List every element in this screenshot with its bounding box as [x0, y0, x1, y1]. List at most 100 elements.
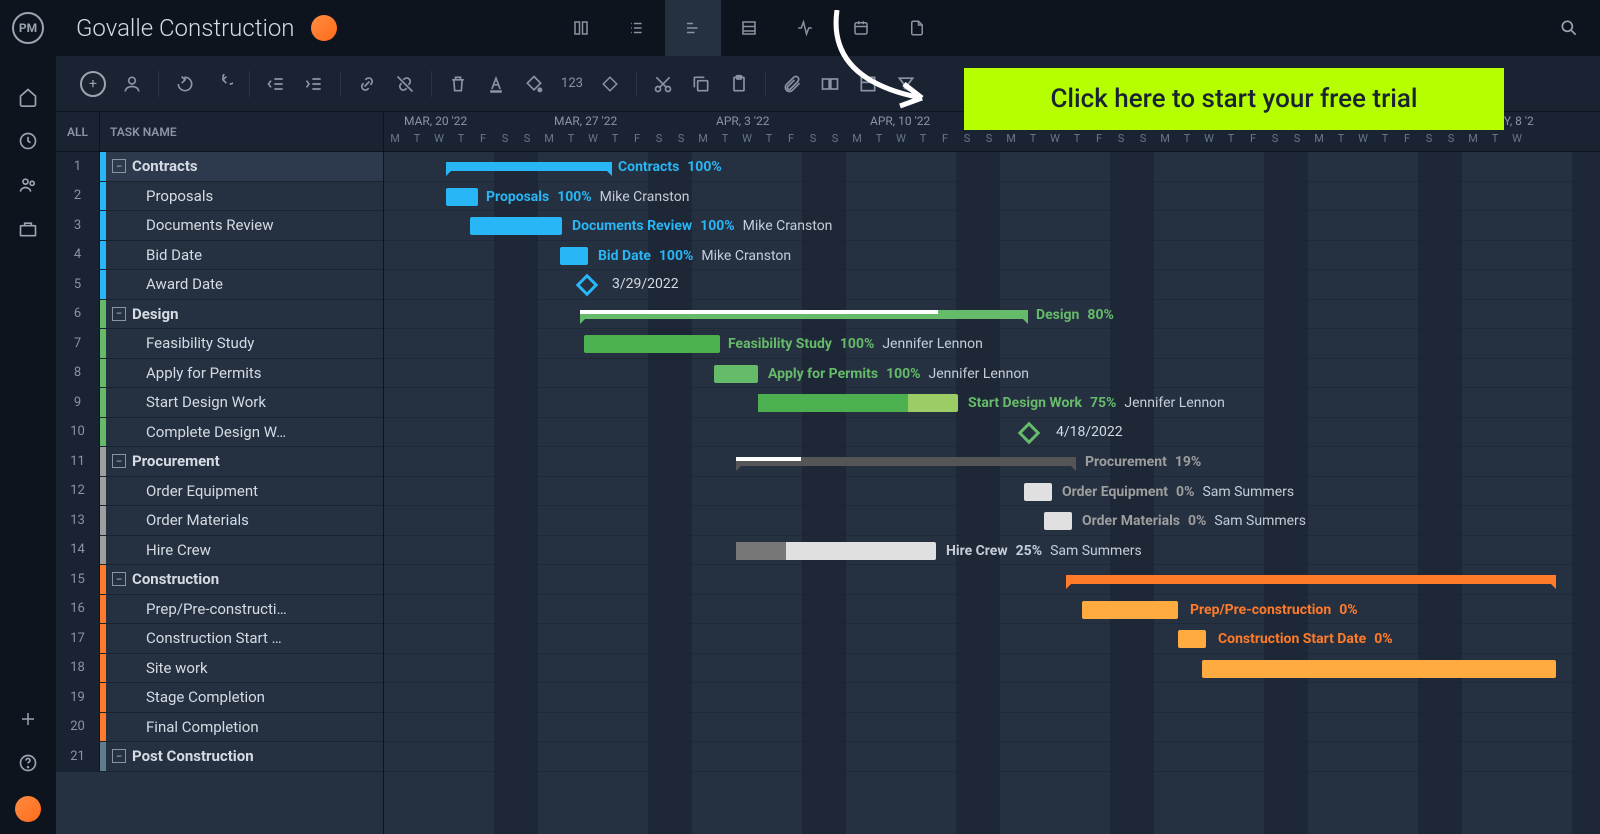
- number-format-icon[interactable]: 123: [560, 72, 584, 96]
- task-row[interactable]: 15−Construction: [56, 565, 383, 595]
- cut-icon[interactable]: [651, 72, 675, 96]
- task-row[interactable]: 8Apply for Permits: [56, 359, 383, 389]
- milestone-marker[interactable]: [1018, 421, 1041, 444]
- task-row[interactable]: 21−Post Construction: [56, 742, 383, 772]
- unlink-icon[interactable]: [393, 72, 417, 96]
- task-row[interactable]: 20Final Completion: [56, 713, 383, 743]
- task-name: Final Completion: [106, 713, 383, 742]
- day-label: M: [1308, 132, 1330, 152]
- task-bar[interactable]: [1044, 512, 1072, 530]
- home-icon[interactable]: [17, 86, 39, 108]
- milestone-marker[interactable]: [576, 274, 599, 297]
- day-label: T: [1374, 132, 1396, 152]
- attachment-icon[interactable]: [780, 72, 804, 96]
- briefcase-icon[interactable]: [17, 218, 39, 240]
- day-label: F: [934, 132, 956, 152]
- fill-color-icon[interactable]: [522, 72, 546, 96]
- day-label: T: [1066, 132, 1088, 152]
- task-bar[interactable]: [470, 217, 562, 235]
- task-bar[interactable]: [1082, 601, 1178, 619]
- task-bar[interactable]: [584, 335, 720, 353]
- cta-banner[interactable]: Click here to start your free trial: [964, 68, 1504, 130]
- bar-label: Construction Start Date0%: [1218, 630, 1393, 648]
- task-row[interactable]: 16Prep/Pre-constructi…: [56, 595, 383, 625]
- day-label: S: [516, 132, 538, 152]
- list-view-icon[interactable]: [609, 0, 665, 56]
- gantt-chart[interactable]: MAR, 20 '22MAR, 27 '22APR, 3 '22APR, 10 …: [384, 112, 1600, 834]
- task-row[interactable]: 7Feasibility Study: [56, 329, 383, 359]
- task-row[interactable]: 17Construction Start …: [56, 624, 383, 654]
- task-row[interactable]: 2Proposals: [56, 182, 383, 212]
- text-color-icon[interactable]: [484, 72, 508, 96]
- task-row[interactable]: 9Start Design Work: [56, 388, 383, 418]
- team-icon[interactable]: [17, 174, 39, 196]
- summary-bar[interactable]: [736, 457, 1076, 466]
- redo-icon[interactable]: [211, 72, 235, 96]
- task-bar[interactable]: [714, 365, 758, 383]
- task-bar[interactable]: [446, 188, 478, 206]
- task-bar[interactable]: [736, 542, 936, 560]
- summary-bar[interactable]: [1066, 575, 1556, 584]
- task-row[interactable]: 5Award Date: [56, 270, 383, 300]
- task-row[interactable]: 14Hire Crew: [56, 536, 383, 566]
- day-label: M: [1154, 132, 1176, 152]
- task-row[interactable]: 1−Contracts: [56, 152, 383, 182]
- task-bar[interactable]: [560, 247, 588, 265]
- recent-icon[interactable]: [17, 130, 39, 152]
- task-row[interactable]: 11−Procurement: [56, 447, 383, 477]
- app-logo[interactable]: PM: [12, 12, 44, 44]
- collapse-button[interactable]: −: [112, 307, 126, 321]
- task-row[interactable]: 19Stage Completion: [56, 683, 383, 713]
- task-row[interactable]: 3Documents Review: [56, 211, 383, 241]
- user-avatar[interactable]: [15, 796, 41, 822]
- undo-icon[interactable]: [173, 72, 197, 96]
- task-bar[interactable]: [758, 394, 958, 412]
- task-row[interactable]: 6−Design: [56, 300, 383, 330]
- copy-icon[interactable]: [689, 72, 713, 96]
- task-bar[interactable]: [1024, 483, 1052, 501]
- help-icon[interactable]: [17, 752, 39, 774]
- day-label: M: [846, 132, 868, 152]
- task-row[interactable]: 12Order Equipment: [56, 477, 383, 507]
- gantt-row: Apply for Permits100%Jennifer Lennon: [384, 359, 1600, 389]
- sheet-view-icon[interactable]: [721, 0, 777, 56]
- indent-icon[interactable]: [302, 72, 326, 96]
- project-avatar[interactable]: [311, 15, 337, 41]
- column-header-name[interactable]: TASK NAME: [100, 112, 383, 151]
- link-icon[interactable]: [355, 72, 379, 96]
- day-label: T: [560, 132, 582, 152]
- plus-icon[interactable]: [17, 708, 39, 730]
- summary-bar[interactable]: [580, 310, 1028, 319]
- task-row[interactable]: 4Bid Date: [56, 241, 383, 271]
- day-label: M: [692, 132, 714, 152]
- bar-label: Design80%: [1036, 306, 1114, 324]
- collapse-button[interactable]: −: [112, 159, 126, 173]
- gantt-row: Hire Crew25%Sam Summers: [384, 536, 1600, 566]
- cta-arrow: [812, 10, 952, 120]
- day-label: T: [714, 132, 736, 152]
- column-header-all[interactable]: ALL: [56, 112, 100, 151]
- collapse-button[interactable]: −: [112, 749, 126, 763]
- task-bar[interactable]: [1202, 660, 1556, 678]
- day-label: S: [956, 132, 978, 152]
- paste-icon[interactable]: [727, 72, 751, 96]
- shape-icon[interactable]: [598, 72, 622, 96]
- gantt-row: Construction Start Date0%: [384, 624, 1600, 654]
- task-row[interactable]: 18Site work: [56, 654, 383, 684]
- task-row[interactable]: 13Order Materials: [56, 506, 383, 536]
- collapse-button[interactable]: −: [112, 572, 126, 586]
- add-task-button[interactable]: +: [80, 71, 106, 97]
- delete-icon[interactable]: [446, 72, 470, 96]
- summary-bar[interactable]: [446, 162, 612, 171]
- task-name: Stage Completion: [106, 683, 383, 712]
- gantt-view-icon[interactable]: [665, 0, 721, 56]
- collapse-button[interactable]: −: [112, 454, 126, 468]
- gantt-row: Documents Review100%Mike Cranston: [384, 211, 1600, 241]
- board-view-icon[interactable]: [553, 0, 609, 56]
- task-row[interactable]: 10Complete Design W…: [56, 418, 383, 448]
- day-label: T: [1176, 132, 1198, 152]
- search-icon[interactable]: [1558, 17, 1580, 39]
- outdent-icon[interactable]: [264, 72, 288, 96]
- assign-icon[interactable]: [120, 72, 144, 96]
- task-bar[interactable]: [1178, 630, 1206, 648]
